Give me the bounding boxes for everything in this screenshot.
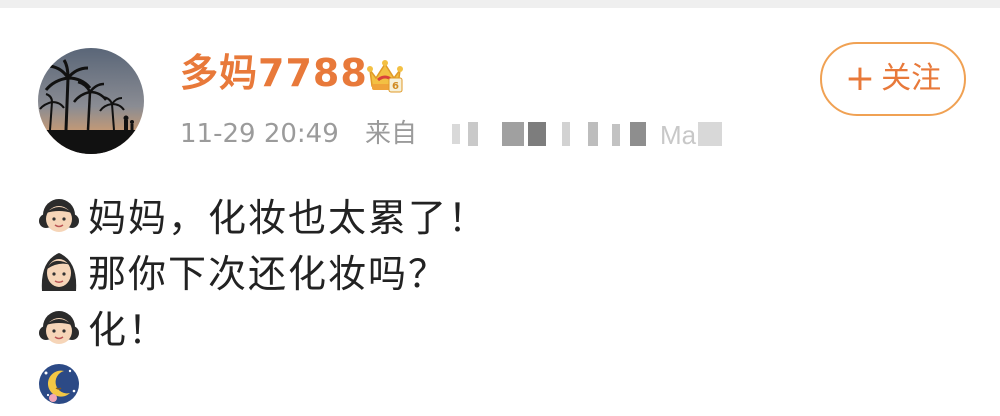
post-meta: 11-29 20:49 来自 (180, 116, 417, 152)
post-line: 化！ (36, 298, 168, 354)
crown-icon[interactable]: 6 (364, 56, 406, 94)
source-fragment: Ma (660, 120, 697, 150)
avatar[interactable] (38, 48, 144, 154)
post-line: 妈妈，化妆也太累了！ (36, 186, 488, 242)
post-line: 那你下次还化妆吗？ (36, 242, 448, 298)
top-divider (0, 0, 1000, 8)
post-line (36, 356, 88, 412)
moon-emoji (36, 361, 82, 407)
username[interactable]: 多妈7788 (180, 48, 368, 98)
source-prefix: 来自 (365, 119, 418, 149)
svg-text:6: 6 (392, 81, 399, 92)
post-timestamp: 11-29 20:49 (180, 119, 339, 149)
woman-emoji (36, 247, 82, 293)
post-source-obscured[interactable]: Ma (450, 118, 750, 150)
post-line-text: 妈妈，化妆也太累了！ (88, 195, 489, 240)
plus-icon: + (844, 58, 876, 99)
post-line-text: 化！ (88, 307, 169, 352)
girl-emoji (36, 303, 82, 349)
post-line-text: 那你下次还化妆吗？ (88, 251, 449, 296)
follow-button[interactable]: + 关注 (820, 42, 966, 116)
girl-emoji (36, 191, 82, 237)
follow-label: 关注 (881, 61, 942, 96)
